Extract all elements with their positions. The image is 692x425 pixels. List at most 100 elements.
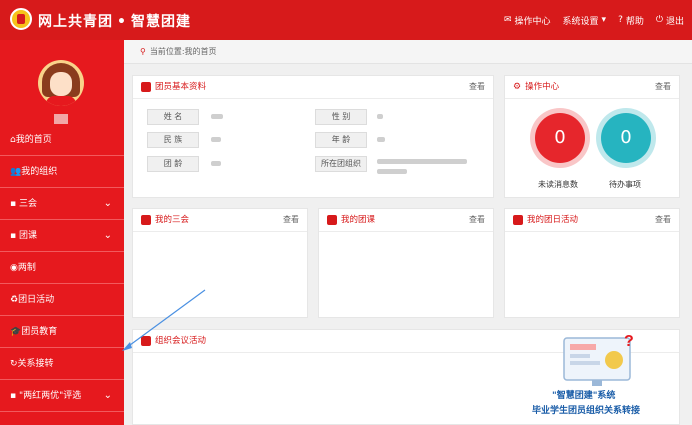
chevron-down-icon: ⌄ (103, 230, 112, 241)
sidebar-item-selection[interactable]: ▪ "两红两优"评选 ⌄ (0, 380, 124, 412)
svg-text:?: ? (624, 333, 634, 350)
avatar[interactable] (38, 60, 84, 106)
value-org-redacted-2 (377, 169, 407, 174)
sidebar-item-education[interactable]: 🎓团员教育 (0, 316, 124, 348)
sanhui-title: 我的三会 (155, 215, 190, 225)
ops-title: 操作中心 (525, 82, 560, 92)
chevron-down-icon: ⌄ (103, 198, 112, 209)
tuanri-title: 我的团日活动 (527, 215, 579, 225)
sidebar: ⌂我的首页 👥我的组织 ▪ 三会 ⌄ ▪ 团课 ⌄ ◉两制 ♻团日活动 🎓团员教育 … (0, 40, 124, 425)
profile-more-link[interactable]: 查看 (469, 76, 485, 98)
sidebar-menu: ⌂我的首页 👥我的组织 ▪ 三会 ⌄ ▪ 团课 ⌄ ◉两制 ♻团日活动 🎓团员教育 … (0, 124, 124, 412)
refresh-icon: ↻ (10, 359, 18, 369)
label-gender: 性 别 (315, 109, 367, 125)
folder-icon: ▪ (10, 231, 17, 241)
sidebar-item-label: 团日活动 (18, 295, 55, 305)
book-icon (327, 214, 337, 225)
nav-label: 操作中心 (514, 17, 551, 27)
sidebar-item-tuanri[interactable]: ♻团日活动 (0, 284, 124, 316)
sanhui-more-link[interactable]: 查看 (283, 209, 299, 231)
tuanke-more-link[interactable]: 查看 (469, 209, 485, 231)
power-icon: ⏻ (655, 15, 663, 25)
brand-subtitle: 智慧团建 (130, 14, 191, 30)
ops-more-link[interactable]: 查看 (655, 76, 671, 98)
tuanri-panel-header: 我的团日活动 查看 (505, 209, 679, 232)
mail-icon: ✉ (503, 15, 512, 25)
value-org-redacted-1 (377, 159, 467, 164)
nav-label: 帮助 (625, 17, 644, 27)
promo-line-1: "智慧团建"系统 (552, 391, 616, 401)
value-league-age-redacted (211, 161, 221, 166)
sidebar-item-label: 团课 (18, 231, 37, 241)
promo-line-2: 毕业学生团员组织关系转接 (532, 406, 641, 416)
edit-icon: ▪ (10, 199, 17, 209)
brand-title: 网上共青团 • 智慧团建 (38, 14, 191, 30)
nav-ops-center[interactable]: ✉ 操作中心 (503, 14, 551, 28)
sidebar-item-label: 三会 (18, 199, 37, 209)
league-logo-icon (10, 8, 32, 30)
label-name: 姓 名 (147, 109, 199, 125)
value-name-redacted (211, 114, 223, 119)
breadcrumb: ⚲ 当前位置:我的首页 (124, 40, 692, 64)
promo-banner: ? "智慧团建"系统 毕业学生团员组织关系转接 (520, 330, 680, 425)
todo-label: 待办事项 (609, 180, 641, 189)
chevron-down-icon: ▾ (601, 15, 607, 25)
label-ethnicity: 民 族 (147, 132, 199, 148)
sidebar-item-liangzhi[interactable]: ◉两制 (0, 252, 124, 284)
sanhui-panel-header: 我的三会 查看 (133, 209, 307, 232)
recycle-icon: ♻ (10, 295, 19, 305)
sidebar-item-label: 两制 (17, 263, 36, 273)
nav-help[interactable]: ? 帮助 (618, 14, 644, 28)
avatar-body (46, 96, 76, 106)
value-ethnicity-redacted (211, 137, 221, 142)
location-pin-icon: ⚲ (140, 47, 146, 56)
sidebar-item-label: 关系接转 (17, 359, 54, 369)
sidebar-item-label: 我的首页 (15, 135, 52, 145)
nav-logout[interactable]: ⏻ 退出 (655, 14, 684, 28)
tuanke-panel-header: 我的团课 查看 (319, 209, 493, 232)
tuanke-panel: 我的团课 查看 (318, 208, 494, 318)
sidebar-item-label: 团员教育 (21, 327, 58, 337)
meeting-icon (141, 335, 151, 346)
value-gender-redacted (377, 114, 383, 119)
sidebar-item-transfer[interactable]: ↻关系接转 (0, 348, 124, 380)
label-league-age: 团 龄 (147, 156, 199, 172)
computer-illustration-icon: ? (563, 333, 634, 386)
ops-panel-header: ⚙ 操作中心 查看 (505, 76, 679, 99)
chat-icon (513, 214, 523, 225)
label-age: 年 龄 (315, 132, 367, 148)
avatar-face (50, 72, 72, 96)
sidebar-item-label: 我的组织 (21, 167, 58, 177)
tuanke-title: 我的团课 (341, 215, 376, 225)
profile-title: 团员基本资料 (155, 82, 207, 92)
breadcrumb-text: 当前位置:我的首页 (149, 47, 217, 56)
value-age-redacted (377, 137, 385, 142)
username-redacted (54, 114, 68, 124)
chevron-down-icon: ⌄ (103, 390, 112, 401)
sanhui-panel: 我的三会 查看 (132, 208, 308, 318)
profile-panel-header: 团员基本资料 查看 (133, 76, 493, 99)
graduation-cap-icon: 🎓 (10, 327, 22, 337)
sidebar-item-tuanke[interactable]: ▪ 团课 ⌄ (0, 220, 124, 252)
sidebar-item-org[interactable]: 👥我的组织 (0, 156, 124, 188)
unread-count-badge[interactable]: 0 (535, 113, 585, 163)
nav-label: 退出 (665, 17, 684, 27)
nav-settings[interactable]: 系统设置 ▾ (562, 14, 607, 28)
help-icon: ? (618, 15, 623, 25)
sidebar-item-home[interactable]: ⌂我的首页 (0, 124, 124, 156)
profile-panel: 团员基本资料 查看 姓 名 性 别 民 族 年 龄 团 龄 所在团组织 (132, 75, 494, 198)
label-org: 所在团组织 (315, 156, 367, 172)
tuanri-more-link[interactable]: 查看 (655, 209, 671, 231)
gear-icon: ⚙ (513, 82, 522, 92)
sidebar-item-sanhui[interactable]: ▪ 三会 ⌄ (0, 188, 124, 220)
users-icon: 👥 (10, 167, 22, 177)
top-bar: 网上共青团 • 智慧团建 ✉ 操作中心 系统设置 ▾ ? 帮助 ⏻ 退出 (0, 0, 692, 40)
top-nav: ✉ 操作中心 系统设置 ▾ ? 帮助 ⏻ 退出 (503, 14, 684, 28)
todo-count-badge[interactable]: 0 (601, 113, 651, 163)
sidebar-item-label: "两红两优"评选 (18, 391, 82, 401)
nav-label: 系统设置 (562, 17, 599, 27)
tuanri-panel: 我的团日活动 查看 (504, 208, 680, 318)
edit-icon: ▪ (10, 391, 17, 401)
unread-label: 未读消息数 (538, 180, 578, 189)
circle-icon: ◉ (10, 263, 18, 273)
